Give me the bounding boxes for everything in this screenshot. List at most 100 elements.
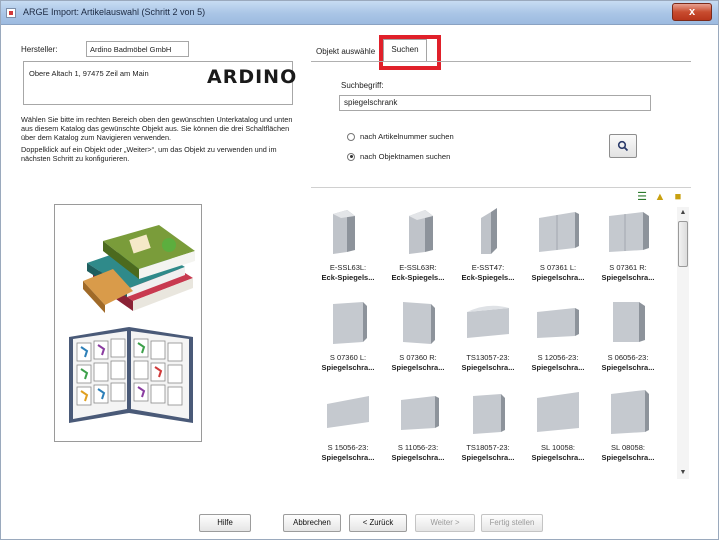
mirror-cabinet-thumbnail: [611, 390, 649, 434]
result-item[interactable]: S 06056-23: Spiegelschra...: [593, 298, 663, 386]
dialog-window: ARGE Import: Artikelauswahl (Schritt 2 v…: [0, 0, 719, 540]
mirror-cabinet-thumbnail: [537, 308, 579, 338]
instructions-paragraph-1: Wählen Sie bitte im rechten Bereich oben…: [21, 115, 293, 143]
address-text: Obere Altach 1, 97475 Zeil am Main: [29, 69, 149, 78]
app-icon: [6, 8, 16, 18]
item-code: SL 10058:: [541, 443, 575, 452]
catalog-books-image: [69, 225, 195, 423]
results-scrollbar[interactable]: ▲ ▼: [677, 207, 689, 479]
result-item[interactable]: SL 08058: Spiegelschra...: [593, 388, 663, 476]
help-button[interactable]: Hilfe: [199, 514, 251, 532]
search-icon: [617, 140, 629, 152]
radio-button-checked[interactable]: [347, 152, 355, 161]
item-code: S 06056-23:: [607, 353, 649, 362]
item-code: S 07361 L:: [539, 263, 577, 272]
mirror-cabinet-thumbnail: [333, 302, 367, 344]
instructions-text: Wählen Sie bitte im rechten Bereich oben…: [21, 115, 301, 165]
mirror-cabinet-thumbnail: [327, 396, 369, 428]
catalog-illustration: [54, 204, 202, 442]
item-name: Spiegelschra...: [321, 453, 375, 462]
radio-artikelnummer-label: nach Artikelnummer suchen: [360, 132, 454, 141]
manufacturer-logo: ARDINO: [207, 66, 298, 88]
mirror-cabinet-thumbnail: [403, 302, 435, 344]
mirror-cabinet-thumbnail: [401, 396, 439, 430]
item-name: Spiegelschra...: [461, 363, 515, 372]
corner-cabinet-thumbnail: [409, 210, 433, 254]
highlight-annotation: [379, 35, 441, 70]
list-view-icon[interactable]: ☰: [635, 190, 649, 204]
tab-bar: Objekt auswähle Suchen: [311, 37, 711, 61]
item-name: Spiegelschra...: [601, 363, 655, 372]
item-code: S 15056-23:: [327, 443, 369, 452]
item-name: Spiegelschra...: [531, 453, 585, 462]
radio-objektnamen[interactable]: nach Objektnamen suchen: [347, 152, 450, 161]
finish-button[interactable]: Fertig stellen: [481, 514, 543, 532]
scroll-up-arrow-icon[interactable]: ▲: [677, 207, 689, 219]
mirror-cabinet-thumbnail: [537, 392, 579, 432]
folder-icon[interactable]: ■: [671, 190, 685, 204]
manufacturer-info-box: Obere Altach 1, 97475 Zeil am Main ARDIN…: [23, 61, 296, 105]
close-button[interactable]: x: [672, 3, 712, 21]
tab-divider: [311, 61, 691, 62]
item-name: Spiegelschra...: [391, 453, 445, 462]
item-code: S 11056-23:: [397, 443, 439, 452]
mirror-cabinet-thumbnail: [473, 394, 505, 434]
item-code: E-SSL63R:: [399, 263, 437, 272]
item-name: Spiegelschra...: [531, 273, 585, 282]
scroll-thumb[interactable]: [678, 221, 688, 267]
item-name: Spiegelschra...: [461, 453, 515, 462]
result-item[interactable]: S 07360 L: Spiegelschra...: [313, 298, 383, 386]
folder-up-icon[interactable]: ▲: [653, 190, 667, 204]
item-name: Spiegelschra...: [531, 363, 585, 372]
back-button[interactable]: < Zurück: [349, 514, 407, 532]
search-label: Suchbegriff:: [341, 81, 384, 90]
mirror-cabinet-thumbnail: [613, 302, 645, 342]
item-name: Eck-Spiegels...: [461, 273, 515, 282]
result-item[interactable]: S 07361 L: Spiegelschra...: [523, 208, 593, 296]
result-item[interactable]: TS13057-23: Spiegelschra...: [453, 298, 523, 386]
item-code: TS13057-23:: [466, 353, 510, 362]
item-code: E-SSL63L:: [329, 263, 367, 272]
result-item[interactable]: S 07361 R: Spiegelschra...: [593, 208, 663, 296]
result-item[interactable]: TS18057-23: Spiegelschra...: [453, 388, 523, 476]
next-button[interactable]: Weiter >: [415, 514, 475, 532]
results-panel: ☰ ▲ ■ E-SSL63L: Eck-Spiegels... E-SSL63R…: [311, 187, 691, 481]
result-item[interactable]: S 15056-23: Spiegelschra...: [313, 388, 383, 476]
result-item[interactable]: E-SSL63L: Eck-Spiegels...: [313, 208, 383, 296]
result-item[interactable]: SL 10058: Spiegelschra...: [523, 388, 593, 476]
mirror-cabinet-thumbnail: [609, 212, 649, 252]
item-code: SL 08058:: [611, 443, 645, 452]
item-code: S 07361 R:: [609, 263, 647, 272]
item-name: Eck-Spiegels...: [391, 273, 445, 282]
corner-cabinet-thumbnail: [481, 208, 497, 254]
mirror-cabinet-thumbnail: [539, 212, 579, 252]
item-name: Eck-Spiegels...: [321, 273, 375, 282]
item-code: S 07360 L:: [329, 353, 367, 362]
radio-button[interactable]: [347, 132, 355, 141]
result-item[interactable]: S 11056-23: Spiegelschra...: [383, 388, 453, 476]
search-button[interactable]: [609, 134, 637, 158]
scroll-down-arrow-icon[interactable]: ▼: [677, 467, 689, 479]
search-input[interactable]: spiegelschrank: [339, 95, 651, 111]
result-item[interactable]: S 07360 R: Spiegelschra...: [383, 298, 453, 386]
tab-objekt-auswaehlen[interactable]: Objekt auswähle: [311, 43, 380, 60]
hersteller-field: Ardino Badmöbel GmbH: [86, 41, 189, 57]
item-name: Spiegelschra...: [601, 273, 655, 282]
radio-artikelnummer[interactable]: nach Artikelnummer suchen: [347, 132, 454, 141]
corner-cabinet-thumbnail: [333, 210, 355, 254]
item-code: S 12056-23:: [537, 353, 579, 362]
item-code: E-SST47:: [471, 263, 505, 272]
result-item[interactable]: E-SSL63R: Eck-Spiegels...: [383, 208, 453, 296]
hersteller-label: Hersteller:: [21, 45, 58, 54]
instructions-paragraph-2: Doppelklick auf ein Objekt oder „Weiter>…: [21, 144, 277, 163]
window-title: ARGE Import: Artikelauswahl (Schritt 2 v…: [23, 7, 206, 17]
item-name: Spiegelschra...: [601, 453, 655, 462]
title-bar[interactable]: ARGE Import: Artikelauswahl (Schritt 2 v…: [1, 1, 718, 25]
cancel-button[interactable]: Abbrechen: [283, 514, 341, 532]
item-code: TS18057-23:: [466, 443, 510, 452]
item-code: S 07360 R:: [399, 353, 437, 362]
result-item[interactable]: E-SST47: Eck-Spiegels...: [453, 208, 523, 296]
result-item[interactable]: S 12056-23: Spiegelschra...: [523, 298, 593, 386]
results-toolbar: ☰ ▲ ■: [635, 190, 685, 204]
mirror-cabinet-thumbnail: [467, 305, 509, 338]
